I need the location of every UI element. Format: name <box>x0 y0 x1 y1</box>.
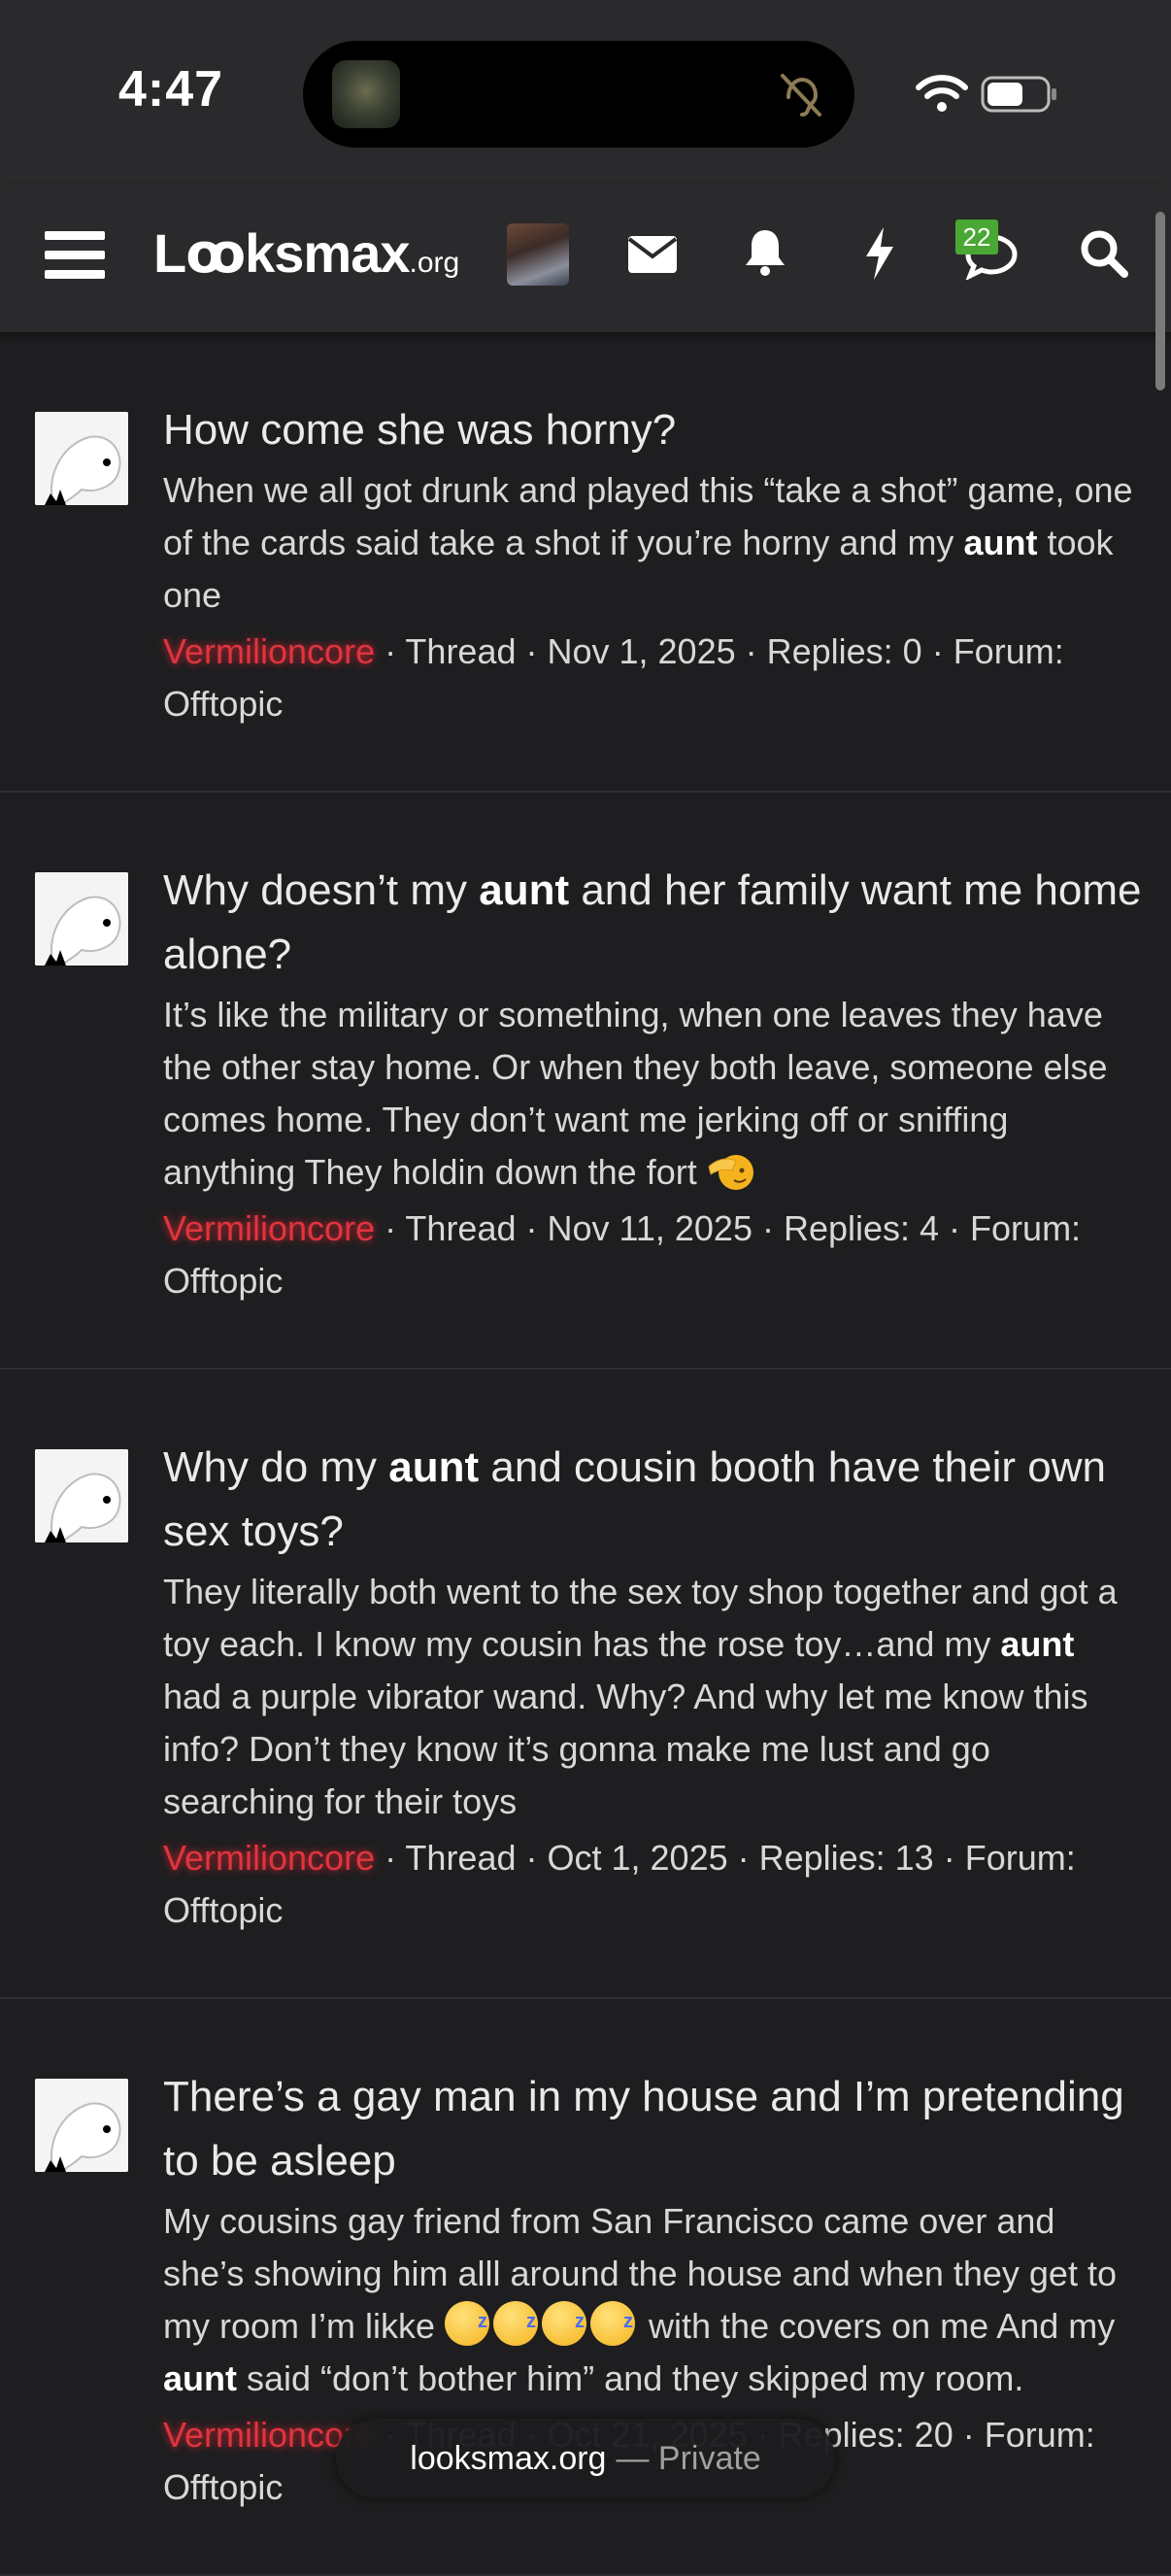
whats-new-bolt-icon[interactable] <box>851 223 909 284</box>
now-playing-artwork <box>332 60 400 128</box>
url-domain: looksmax.org <box>410 2439 607 2477</box>
thread-title[interactable]: How come she was horny? <box>163 406 676 454</box>
search-highlight: aunt <box>963 523 1038 562</box>
private-mode-label: — Private <box>616 2439 761 2477</box>
thread-snippet: It’s like the military or something, whe… <box>163 989 1142 1199</box>
saluting-face-emoji-icon <box>708 1155 753 1190</box>
search-highlight: aunt <box>163 2358 237 2398</box>
thread-meta: Vermilioncore · Thread · Nov 1, 2025 · R… <box>163 626 1142 730</box>
avatar[interactable] <box>35 412 128 505</box>
alerts-bell-icon[interactable] <box>736 223 794 282</box>
dynamic-island[interactable] <box>303 41 854 148</box>
sleeping-face-emoji-icon <box>445 2295 490 2348</box>
conversations-badge: 22 <box>955 220 998 254</box>
search-highlight: aunt <box>1000 1624 1075 1664</box>
battery-icon <box>981 76 1056 113</box>
thread-title[interactable]: Why do my <box>163 1443 388 1491</box>
search-highlight: aunt <box>479 866 570 914</box>
thread-title-link[interactable]: There’s a gay man in my house and I’m pr… <box>163 2065 1142 2193</box>
avatar[interactable] <box>35 872 128 966</box>
list-item[interactable]: How come she was horny? When we all got … <box>0 332 1171 793</box>
search-results: How come she was horny? When we all got … <box>0 332 1171 2576</box>
thread-title[interactable]: Why doesn’t my <box>163 866 479 914</box>
thread-meta: Vermilioncore · Thread · Nov 11, 2025 · … <box>163 1203 1142 1307</box>
inbox-icon[interactable] <box>623 225 682 284</box>
thread-meta: Vermilioncore · Thread · Oct 1, 2025 · R… <box>163 1832 1142 1937</box>
avatar[interactable] <box>35 1449 128 1542</box>
username-link[interactable]: Vermilioncore <box>163 1208 375 1248</box>
username-link[interactable]: Vermilioncore <box>163 631 375 671</box>
avatar[interactable] <box>35 2079 128 2172</box>
sleeping-face-emoji-icon <box>493 2295 539 2348</box>
menu-icon[interactable] <box>43 223 107 288</box>
sleeping-face-emoji-icon <box>590 2295 636 2348</box>
thread-snippet: When we all got drunk and played this “t… <box>163 464 1142 622</box>
sleeping-face-emoji-icon <box>542 2295 587 2348</box>
username-link[interactable]: Vermilioncore <box>163 1838 375 1878</box>
thread-snippet: They literally both went to the sex toy … <box>163 1566 1142 1828</box>
site-logo[interactable]: Lꝏksmax.org <box>153 221 459 286</box>
thread-title-link[interactable]: How come she was horny? <box>163 398 1142 462</box>
snippet-text: said “don’t bother him” and they skipped… <box>237 2358 1024 2398</box>
thread-title-link[interactable]: Why doesn’t my aunt and her family want … <box>163 859 1142 987</box>
muted-ear-icon <box>781 74 821 117</box>
thread-title[interactable]: There’s a gay man in my house and I’m pr… <box>163 2073 1124 2185</box>
list-item[interactable]: Why do my aunt and cousin booth have the… <box>0 1370 1171 1999</box>
status-time: 4:47 <box>118 61 224 118</box>
list-item[interactable]: Why doesn’t my aunt and her family want … <box>0 793 1171 1370</box>
logo-text: Lꝏksmax <box>153 222 411 284</box>
status-bar: 4:47 <box>0 0 1171 185</box>
snippet-text: It’s like the military or something, whe… <box>163 995 1108 1192</box>
snippet-text: They literally both went to the sex toy … <box>163 1572 1118 1664</box>
browser-url-bar[interactable]: looksmax.org — Private <box>336 2419 835 2498</box>
thread-snippet: My cousins gay friend from San Francisco… <box>163 2195 1142 2405</box>
thread-title-link[interactable]: Why do my aunt and cousin booth have the… <box>163 1436 1142 1564</box>
search-highlight: aunt <box>388 1443 480 1491</box>
snippet-text: had a purple vibrator wand. Why? And why… <box>163 1677 1088 1821</box>
logo-suffix: .org <box>409 247 460 279</box>
snippet-text: with the covers on me And my <box>639 2306 1116 2346</box>
wifi-icon <box>916 75 968 112</box>
user-avatar[interactable] <box>507 223 569 286</box>
search-icon[interactable] <box>1074 223 1134 284</box>
